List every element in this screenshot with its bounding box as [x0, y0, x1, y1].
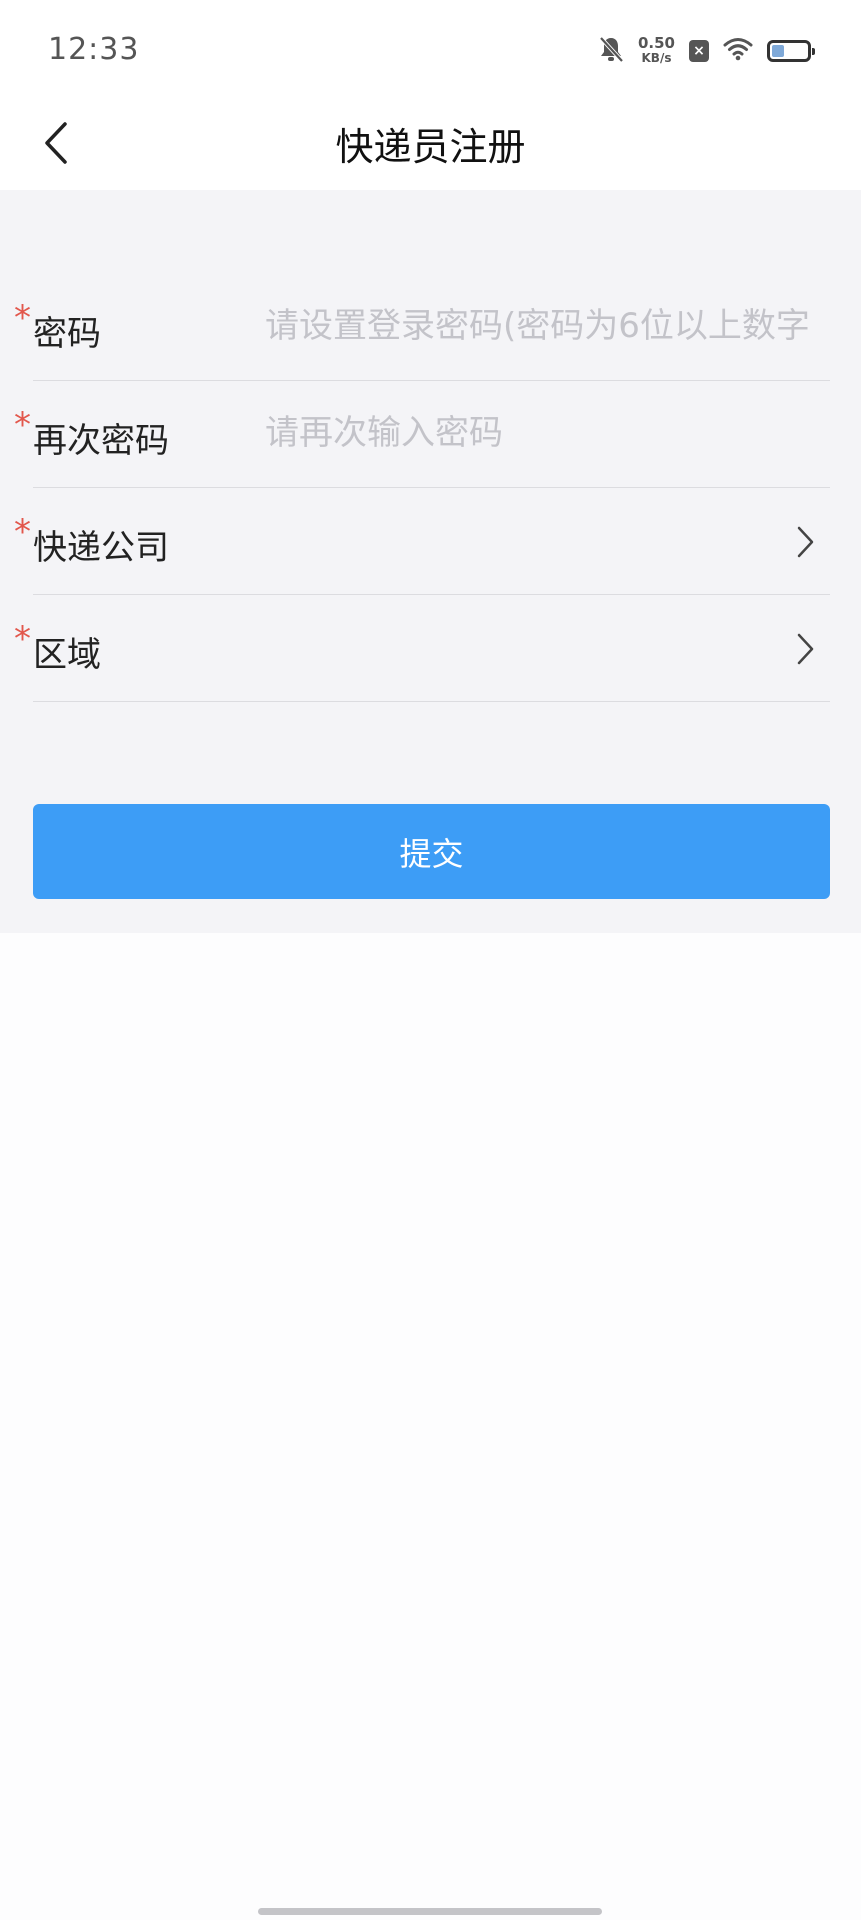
required-mark: * [14, 298, 31, 338]
net-speed-value: 0.50 [637, 34, 675, 52]
page-title: 快递员注册 [335, 125, 526, 169]
password-input[interactable] [265, 298, 830, 354]
net-speed-unit: KB/s [641, 51, 672, 65]
screen: 12:33 0.50 KB/s × 快递员注册 * 密码 * 再次密码 * 快递… [0, 0, 861, 1920]
battery-level [772, 45, 784, 57]
required-mark: * [14, 619, 31, 659]
company-select-row[interactable]: * 快递公司 [14, 488, 830, 595]
close-badge-icon: × [689, 40, 709, 62]
status-icons: 0.50 KB/s × [598, 34, 815, 68]
nav-bar: 快递员注册 [0, 100, 861, 190]
confirm-password-row: * 再次密码 [14, 381, 830, 488]
required-mark: * [14, 405, 31, 445]
status-time: 12:33 [48, 32, 140, 67]
chevron-right-icon [790, 520, 820, 564]
password-label: 密码 [33, 314, 101, 354]
region-label: 区域 [33, 635, 101, 675]
registration-form: * 密码 * 再次密码 * 快递公司 * 区域 提交 [0, 190, 861, 933]
net-speed: 0.50 KB/s [638, 36, 675, 66]
battery-icon [767, 40, 815, 62]
confirm-password-input[interactable] [265, 405, 830, 461]
company-label: 快递公司 [33, 528, 169, 568]
required-mark: * [14, 512, 31, 552]
chevron-right-icon [790, 627, 820, 671]
wifi-icon [723, 37, 753, 65]
status-bar: 12:33 0.50 KB/s × [0, 0, 861, 100]
submit-button[interactable]: 提交 [33, 804, 830, 899]
bell-off-icon [598, 35, 624, 67]
home-indicator[interactable] [258, 1908, 602, 1915]
region-select-row[interactable]: * 区域 [14, 595, 830, 702]
confirm-password-label: 再次密码 [33, 421, 169, 461]
password-row: * 密码 [14, 274, 830, 381]
